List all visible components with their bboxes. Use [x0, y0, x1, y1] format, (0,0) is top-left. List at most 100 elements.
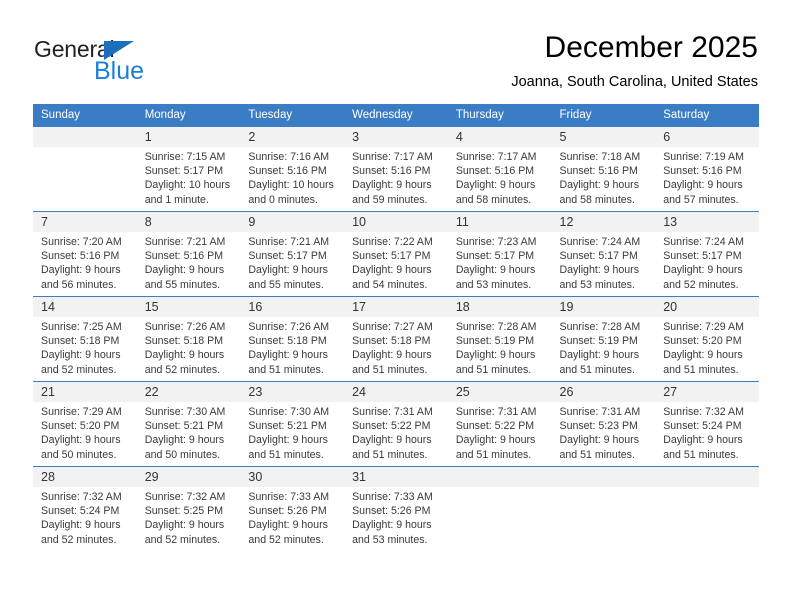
daylight-text-line2: and 0 minutes. — [248, 193, 318, 206]
daylight-text-line1: Daylight: 9 hours — [144, 519, 225, 532]
day-cell[interactable]: 11 Sunrise: 7:23 AM Sunset: 5:17 PM Dayligh… — [447, 211, 552, 297]
page-title: December 2025 — [544, 31, 758, 64]
sunset-text: Sunset: 5:16 PM — [455, 165, 535, 178]
day-cell[interactable]: 21 Sunrise: 7:29 AM Sunset: 5:20 PM Dayligh… — [33, 381, 137, 467]
daylight-text-line2: and 53 minutes. — [352, 533, 428, 546]
sunrise-sunset-calendar: Sunday Monday Tuesday Wednesday Thursday… — [33, 104, 759, 551]
daylight-text-line2: and 55 minutes. — [248, 278, 324, 291]
day-cell[interactable] — [551, 466, 656, 551]
daylight-text-line2: and 57 minutes. — [663, 193, 739, 206]
daylight-text-line1: Daylight: 9 hours — [455, 179, 536, 192]
logo-text-blue: Blue — [94, 57, 145, 85]
daylight-text-line2: and 54 minutes. — [352, 278, 428, 291]
day-cell[interactable]: 8 Sunrise: 7:21 AM Sunset: 5:16 PM Daylight… — [136, 211, 241, 297]
day-cell[interactable]: 9 Sunrise: 7:21 AM Sunset: 5:17 PM Daylight… — [240, 211, 345, 297]
sunset-text: Sunset: 5:18 PM — [352, 335, 431, 348]
sunrise-text: Sunrise: 7:17 AM — [352, 151, 433, 163]
day-cell[interactable]: 5 Sunrise: 7:18 AM Sunset: 5:16 PM Daylight… — [551, 127, 656, 212]
day-cell[interactable] — [655, 466, 759, 551]
sunset-text: Sunset: 5:21 PM — [144, 420, 224, 433]
day-cell[interactable]: 15 Sunrise: 7:26 AM Sunset: 5:18 PM Dayligh… — [136, 296, 241, 382]
day-cell[interactable]: 23 Sunrise: 7:30 AM Sunset: 5:21 PM Dayligh… — [240, 381, 345, 467]
sunrise-text: Sunrise: 7:24 AM — [663, 236, 744, 248]
daylight-text-line2: and 51 minutes. — [352, 448, 428, 461]
day-number: 24 — [344, 382, 448, 402]
day-cell[interactable]: 16 Sunrise: 7:26 AM Sunset: 5:18 PM Dayligh… — [240, 296, 345, 382]
sunset-text: Sunset: 5:16 PM — [144, 250, 224, 263]
daylight-text-line2: and 51 minutes. — [559, 363, 635, 376]
day-number: 11 — [447, 212, 552, 232]
daylight-text-line1: Daylight: 9 hours — [663, 349, 743, 362]
sunrise-text: Sunrise: 7:31 AM — [559, 406, 641, 418]
daylight-text-line2: and 51 minutes. — [455, 363, 532, 376]
sunset-text: Sunset: 5:18 PM — [248, 335, 327, 348]
day-cell[interactable]: 6 Sunrise: 7:19 AM Sunset: 5:16 PM Daylight… — [655, 127, 759, 212]
daylight-text-line1: Daylight: 9 hours — [559, 349, 640, 362]
day-cell[interactable]: 27 Sunrise: 7:32 AM Sunset: 5:24 PM Dayligh… — [655, 381, 759, 467]
day-number: 23 — [240, 382, 345, 402]
daylight-text-line1: Daylight: 9 hours — [559, 179, 640, 192]
general-blue-logo[interactable]: General Blue — [34, 36, 234, 88]
day-cell[interactable]: 12 Sunrise: 7:24 AM Sunset: 5:17 PM Dayligh… — [551, 211, 656, 297]
daylight-text-line1: Daylight: 9 hours — [41, 519, 121, 532]
day-cell[interactable]: 22 Sunrise: 7:30 AM Sunset: 5:21 PM Dayligh… — [136, 381, 241, 467]
daylight-text-line1: Daylight: 9 hours — [248, 434, 328, 447]
day-cell[interactable]: 1 Sunrise: 7:15 AM Sunset: 5:17 PM Daylight… — [136, 127, 241, 212]
page-subtitle: Joanna, South Carolina, United States — [511, 74, 758, 90]
week-row: 7 Sunrise: 7:20 AM Sunset: 5:16 PM Daylight… — [33, 211, 759, 297]
day-cell[interactable]: 14 Sunrise: 7:25 AM Sunset: 5:18 PM Dayligh… — [33, 296, 137, 382]
sunset-text: Sunset: 5:25 PM — [144, 505, 224, 518]
daylight-text-line2: and 52 minutes. — [144, 533, 221, 546]
day-cell[interactable]: 26 Sunrise: 7:31 AM Sunset: 5:23 PM Dayligh… — [551, 381, 656, 467]
sunset-text: Sunset: 5:19 PM — [559, 335, 638, 348]
day-cell[interactable]: 25 Sunrise: 7:31 AM Sunset: 5:22 PM Dayligh… — [447, 381, 552, 467]
daylight-text-line2: and 1 minute. — [144, 193, 209, 206]
day-cell[interactable]: 18 Sunrise: 7:28 AM Sunset: 5:19 PM Dayligh… — [447, 296, 552, 382]
day-cell[interactable]: 30 Sunrise: 7:33 AM Sunset: 5:26 PM Dayligh… — [240, 466, 345, 551]
sunrise-text: Sunrise: 7:33 AM — [248, 491, 330, 503]
sunrise-text: Sunrise: 7:23 AM — [455, 236, 537, 248]
day-number — [447, 467, 552, 487]
sunset-text: Sunset: 5:17 PM — [455, 250, 535, 263]
page-header: General Blue December 2025 Joanna, South… — [0, 0, 792, 100]
calendar-body: 1 Sunrise: 7:15 AM Sunset: 5:17 PM Daylight… — [33, 127, 759, 551]
day-cell[interactable]: 2 Sunrise: 7:16 AM Sunset: 5:16 PM Daylight… — [240, 127, 345, 212]
sunrise-text: Sunrise: 7:31 AM — [455, 406, 537, 418]
day-cell[interactable]: 24 Sunrise: 7:31 AM Sunset: 5:22 PM Dayligh… — [344, 381, 448, 467]
daylight-text-line1: Daylight: 9 hours — [144, 434, 225, 447]
day-cell[interactable]: 28 Sunrise: 7:32 AM Sunset: 5:24 PM Dayligh… — [33, 466, 137, 551]
daylight-text-line2: and 51 minutes. — [559, 448, 635, 461]
sunrise-text: Sunrise: 7:30 AM — [248, 406, 330, 418]
day-cell[interactable]: 20 Sunrise: 7:29 AM Sunset: 5:20 PM Dayligh… — [655, 296, 759, 382]
day-cell[interactable]: 19 Sunrise: 7:28 AM Sunset: 5:19 PM Dayligh… — [551, 296, 656, 382]
week-row: 21 Sunrise: 7:29 AM Sunset: 5:20 PM Dayligh… — [33, 381, 759, 467]
day-cell[interactable]: 4 Sunrise: 7:17 AM Sunset: 5:16 PM Daylight… — [447, 127, 552, 212]
daylight-text-line2: and 51 minutes. — [455, 448, 532, 461]
day-cell[interactable]: 17 Sunrise: 7:27 AM Sunset: 5:18 PM Dayligh… — [344, 296, 448, 382]
sunrise-text: Sunrise: 7:18 AM — [559, 151, 641, 163]
weekday-header-friday: Friday — [551, 104, 656, 127]
daylight-text-line2: and 51 minutes. — [352, 363, 428, 376]
day-cell[interactable] — [447, 466, 552, 551]
day-cell[interactable] — [33, 127, 137, 212]
day-cell[interactable]: 13 Sunrise: 7:24 AM Sunset: 5:17 PM Dayligh… — [655, 211, 759, 297]
daylight-text-line1: Daylight: 9 hours — [144, 349, 225, 362]
sunrise-text: Sunrise: 7:26 AM — [248, 321, 330, 333]
daylight-text-line1: Daylight: 9 hours — [248, 519, 328, 532]
daylight-text-line2: and 52 minutes. — [663, 278, 739, 291]
day-cell[interactable]: 7 Sunrise: 7:20 AM Sunset: 5:16 PM Daylight… — [33, 211, 137, 297]
daylight-text-line1: Daylight: 9 hours — [248, 264, 328, 277]
daylight-text-line2: and 52 minutes. — [248, 533, 324, 546]
day-number: 5 — [551, 127, 656, 147]
day-cell[interactable]: 3 Sunrise: 7:17 AM Sunset: 5:16 PM Daylight… — [344, 127, 448, 212]
sunset-text: Sunset: 5:16 PM — [559, 165, 638, 178]
daylight-text-line2: and 52 minutes. — [144, 363, 221, 376]
day-cell[interactable]: 31 Sunrise: 7:33 AM Sunset: 5:26 PM Dayligh… — [344, 466, 448, 551]
day-number: 8 — [136, 212, 241, 232]
sunset-text: Sunset: 5:17 PM — [144, 165, 224, 178]
day-cell[interactable]: 10 Sunrise: 7:22 AM Sunset: 5:17 PM Dayligh… — [344, 211, 448, 297]
sunrise-text: Sunrise: 7:33 AM — [352, 491, 433, 503]
daylight-text-line2: and 52 minutes. — [41, 533, 117, 546]
sunset-text: Sunset: 5:17 PM — [663, 250, 742, 263]
day-cell[interactable]: 29 Sunrise: 7:32 AM Sunset: 5:25 PM Dayligh… — [136, 466, 241, 551]
